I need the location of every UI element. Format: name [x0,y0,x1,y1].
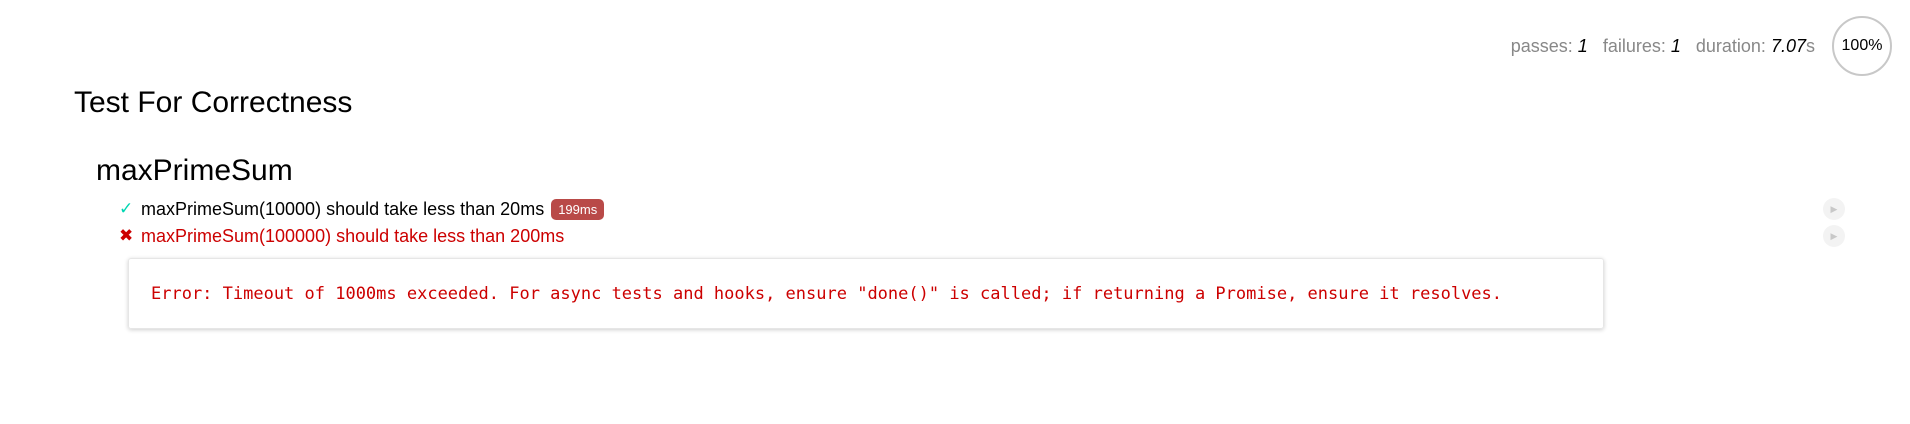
failures-count: 1 [1670,35,1681,56]
progress-percent: 100% [1841,37,1883,54]
cross-icon: ✖ [119,226,134,245]
progress-circle: 100% [1832,16,1892,76]
duration-stat: duration: 7.07s [1696,36,1815,57]
error-message-box: Error: Timeout of 1000ms exceeded. For a… [128,258,1604,329]
passes-count: 1 [1577,35,1588,56]
duration-value: 7.07 [1770,35,1806,56]
test-failed[interactable]: ✖ maxPrimeSum(100000) should take less t… [119,224,564,248]
test-title[interactable]: maxPrimeSum(10000) should take less than… [141,199,544,220]
duration-label: duration: [1695,35,1766,56]
duration-unit: s [1806,35,1815,56]
error-message: Error: Timeout of 1000ms exceeded. For a… [151,283,1503,304]
failures-label: failures: [1602,35,1666,56]
test-title[interactable]: maxPrimeSum(100000) should take less tha… [141,226,564,247]
replay-icon[interactable]: ▶ [1823,225,1845,247]
sub-suite-title[interactable]: maxPrimeSum [96,154,293,188]
replay-icon[interactable]: ▶ [1823,198,1845,220]
failures-stat[interactable]: failures: 1 [1603,36,1681,57]
test-passed[interactable]: ✓ maxPrimeSum(10000) should take less th… [119,197,605,221]
suite-title[interactable]: Test For Correctness [74,86,352,120]
check-icon: ✓ [119,199,134,218]
duration-badge: 199ms [551,198,605,220]
passes-label: passes: [1510,35,1573,56]
stats-bar: passes: 1 failures: 1 duration: 7.07s 10… [1511,16,1892,76]
passes-stat[interactable]: passes: 1 [1511,36,1588,57]
